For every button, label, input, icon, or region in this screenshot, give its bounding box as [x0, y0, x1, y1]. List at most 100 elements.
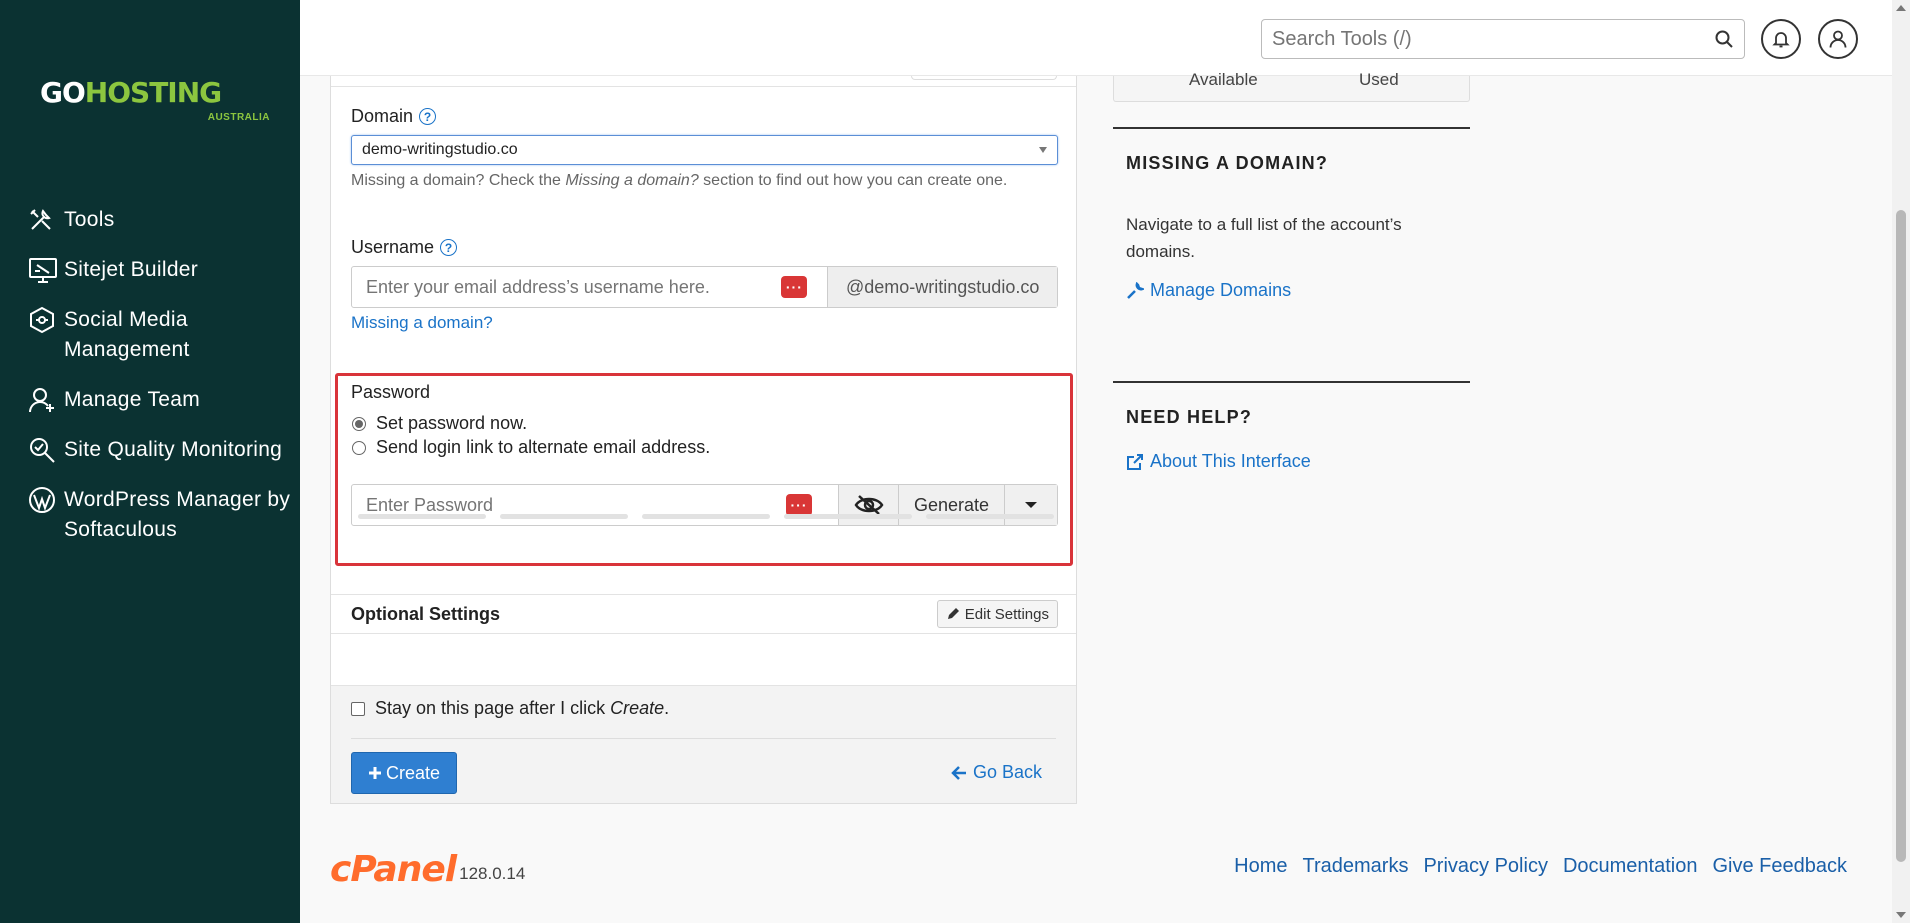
username-input[interactable] [352, 267, 782, 307]
logo-go: GO [40, 76, 86, 109]
password-manager-icon: ··· [786, 494, 812, 516]
stay-on-page-label-em: Create [610, 698, 665, 718]
password-section: Password Set password now. Send login li… [335, 373, 1073, 566]
domain-select[interactable]: demo-writingstudio.co [351, 135, 1058, 165]
scroll-up-icon[interactable] [1896, 5, 1906, 11]
monitor-builder-icon [28, 255, 64, 285]
top-header [300, 0, 1892, 76]
user-menu-button[interactable] [1818, 19, 1858, 59]
radio-selected-icon [352, 416, 366, 431]
footer-links: Home Trademarks Privacy Policy Documenta… [1234, 855, 1847, 878]
username-input-group: ··· @demo-writingstudio.co [351, 266, 1058, 308]
go-back-label: Go Back [972, 762, 1042, 782]
missing-domain-title: MISSING A DOMAIN? [1126, 153, 1329, 173]
username-label-row: Username ? [351, 237, 458, 258]
go-back-link[interactable]: Go Back [951, 762, 1042, 783]
password-input[interactable] [352, 485, 786, 525]
manage-domains-link[interactable]: Manage Domains [1126, 280, 1291, 301]
manage-domains-label: Manage Domains [1150, 280, 1292, 300]
stay-on-page-label-pre: Stay on this page after I click [375, 698, 611, 718]
create-email-form: Domain ? demo-writingstudio.co Missing a… [330, 76, 1077, 804]
search-input[interactable] [1262, 20, 1692, 58]
tools-icon [28, 205, 64, 235]
generate-password-button[interactable]: Generate [898, 485, 1004, 525]
stub-used: Used [1359, 70, 1399, 89]
cpanel-version: 128.0.14 [459, 864, 526, 883]
domain-hint-post: section to find out how you can create o… [698, 172, 1008, 189]
search-box [1261, 19, 1745, 59]
edit-settings-label: Edit Settings [964, 605, 1049, 623]
radio-send-link[interactable]: Send login link to alternate email addre… [352, 437, 710, 458]
footer-link-privacy[interactable]: Privacy Policy [1423, 855, 1547, 878]
stay-on-page-label-post: . [664, 698, 670, 718]
cpanel-footer-logo: cPanel 128.0.14 [330, 852, 525, 888]
username-help-icon[interactable]: ? [440, 239, 458, 256]
sidebar-nav: Tools Sitejet Builder Social Media Manag… [28, 205, 293, 565]
sidebar-item-label: WordPress Manager by Softaculous [64, 488, 291, 541]
sidebar-item-wordpress-manager[interactable]: WordPress Manager by Softaculous [28, 485, 293, 545]
password-pw-manager[interactable]: ··· [786, 485, 838, 525]
about-interface-link[interactable]: About This Interface [1126, 451, 1311, 472]
domain-hint: Missing a domain? Check the Missing a do… [351, 172, 1007, 190]
pencil-icon [947, 608, 959, 619]
page-scrollbar[interactable] [1892, 0, 1910, 923]
footer-link-home[interactable]: Home [1234, 855, 1287, 878]
username-pw-manager[interactable]: ··· [781, 267, 827, 307]
bell-icon [1772, 32, 1790, 48]
strength-segment-5 [926, 514, 1054, 519]
password-label: Password [351, 382, 431, 402]
username-domain-suffix: @demo-writingstudio.co [827, 267, 1057, 307]
sidebar-item-label: Sitejet Builder [64, 258, 199, 281]
domain-hint-em: Missing a domain? [565, 172, 699, 189]
footer-link-feedback[interactable]: Give Feedback [1712, 855, 1847, 878]
actions-divider [351, 738, 1056, 739]
password-input-group: ··· Generate [351, 484, 1058, 526]
sidebar-item-tools[interactable]: Tools [28, 205, 293, 235]
scrollbar-thumb[interactable] [1896, 210, 1906, 862]
sidebar-item-sitejet-builder[interactable]: Sitejet Builder [28, 255, 293, 285]
domain-hint-pre: Missing a domain? Check the [351, 172, 566, 189]
strength-segment-4 [784, 514, 912, 519]
domain-help-icon[interactable]: ? [419, 108, 437, 125]
dropdown-caret-icon [1039, 147, 1047, 153]
strength-segment-3 [642, 514, 770, 519]
search-icon[interactable] [1714, 29, 1734, 54]
caret-down-icon [1025, 502, 1037, 508]
sidebar-item-site-quality[interactable]: Site Quality Monitoring [28, 435, 293, 465]
missing-domain-section: MISSING A DOMAIN? Navigate to a full lis… [1113, 127, 1470, 327]
notifications-button[interactable] [1761, 19, 1801, 59]
toggle-visibility-button[interactable] [838, 485, 898, 525]
password-manager-icon: ··· [781, 276, 808, 298]
missing-domain-text: Navigate to a full list of the account’s… [1126, 215, 1402, 261]
domain-select-value: demo-writingstudio.co [362, 141, 518, 158]
generate-options-dropdown[interactable] [1004, 485, 1057, 525]
footer-link-documentation[interactable]: Documentation [1563, 855, 1698, 878]
sidebar-item-social-media[interactable]: Social Media Management [28, 305, 293, 365]
create-label: Create [385, 762, 441, 783]
need-help-title: NEED HELP? [1126, 407, 1253, 427]
plus-icon [368, 767, 381, 779]
footer-link-trademarks[interactable]: Trademarks [1303, 855, 1409, 878]
external-link-icon [1127, 453, 1143, 470]
top-divider [331, 86, 1076, 87]
logo-sub: AUSTRALIA [207, 112, 270, 123]
edit-settings-button[interactable]: Edit Settings [936, 600, 1058, 628]
eye-slash-icon [854, 495, 883, 515]
missing-domain-link[interactable]: Missing a domain? [351, 313, 493, 333]
form-actions: Stay on this page after I click Create. … [331, 685, 1076, 803]
create-button[interactable]: Create [351, 752, 457, 794]
scroll-down-icon[interactable] [1896, 912, 1906, 918]
checkbox-icon [351, 701, 365, 716]
cpanel-logo-text[interactable]: cPanel [330, 852, 457, 888]
sidebar-item-label: Site Quality Monitoring [64, 438, 283, 461]
sidebar-item-label: Tools [64, 208, 115, 231]
sidebar-item-manage-team[interactable]: Manage Team [28, 385, 293, 415]
optional-settings-header: Optional Settings Edit Settings [331, 594, 1076, 634]
wrench-icon [1127, 281, 1144, 299]
username-label: Username [351, 237, 435, 257]
radio-set-password[interactable]: Set password now. [352, 413, 527, 434]
social-media-icon [28, 305, 64, 335]
stay-on-page-checkbox[interactable]: Stay on this page after I click Create. [351, 698, 669, 719]
gohosting-logo[interactable]: GOHOSTING AUSTRALIA [40, 76, 270, 126]
wordpress-icon [28, 485, 64, 515]
